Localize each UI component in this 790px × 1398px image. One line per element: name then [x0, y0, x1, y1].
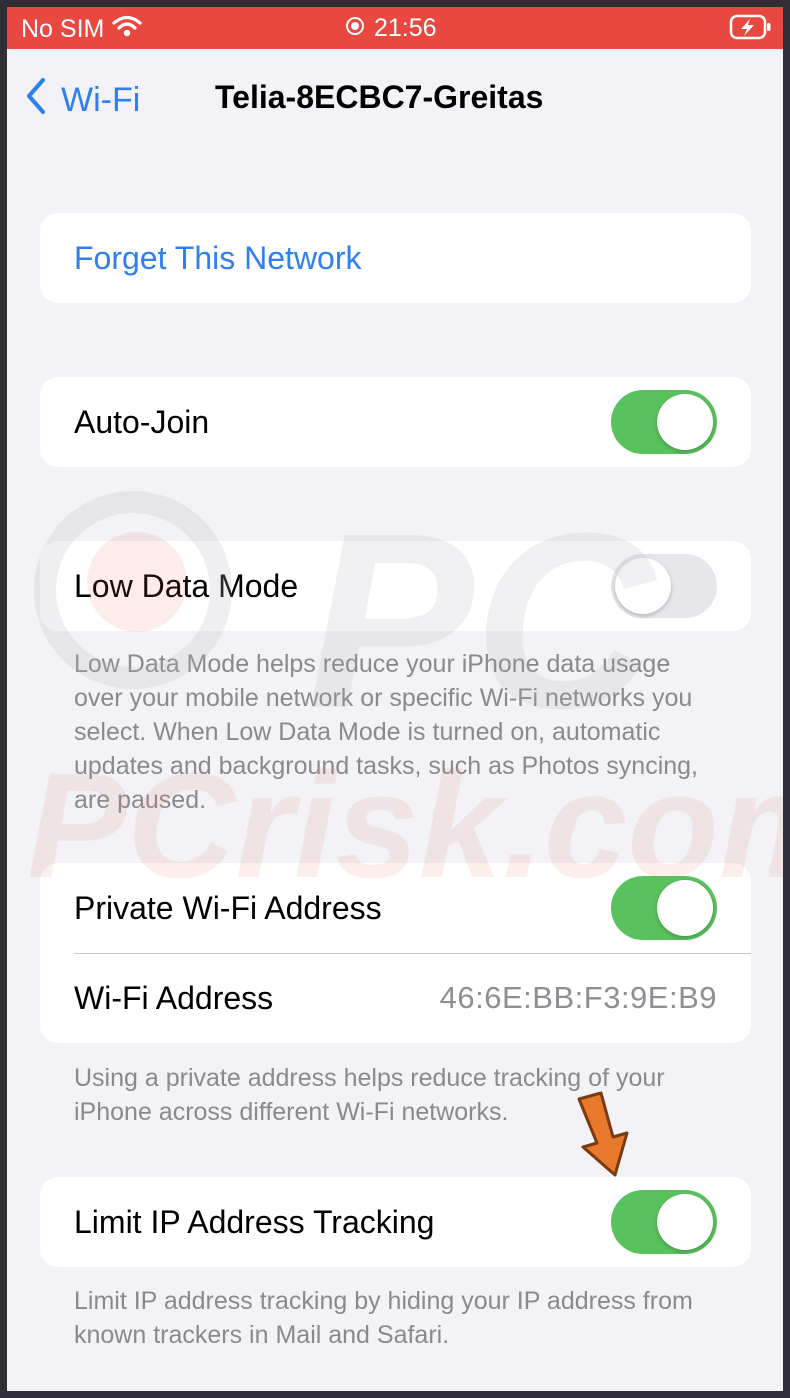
toggle-knob	[657, 1194, 713, 1250]
low-data-mode-group: Low Data Mode	[40, 541, 751, 631]
back-label: Wi-Fi	[61, 81, 141, 119]
private-address-group: Private Wi-Fi Address Wi-Fi Address 46:6…	[40, 863, 751, 1043]
low-data-mode-footnote: Low Data Mode helps reduce your iPhone d…	[74, 650, 698, 814]
chevron-left-icon	[25, 77, 47, 124]
private-address-toggle[interactable]	[611, 876, 717, 940]
auto-join-group: Auto-Join	[40, 377, 751, 467]
carrier-label: No SIM	[21, 15, 105, 43]
private-address-label: Private Wi-Fi Address	[74, 889, 382, 926]
location-icon	[345, 14, 365, 43]
limit-ip-footnote: Limit IP address tracking by hiding your…	[74, 1287, 693, 1349]
wifi-address-label: Wi-Fi Address	[74, 979, 274, 1016]
toggle-knob	[657, 394, 713, 450]
back-button[interactable]: Wi-Fi	[25, 77, 140, 124]
status-center: 21:56	[345, 14, 437, 43]
auto-join-label: Auto-Join	[74, 403, 210, 440]
private-address-row: Private Wi-Fi Address	[40, 863, 751, 953]
wifi-address-value: 46:6E:BB:F3:9E:B9	[439, 980, 717, 1015]
low-data-mode-toggle[interactable]	[611, 554, 717, 618]
auto-join-toggle[interactable]	[611, 390, 717, 454]
forget-network-button[interactable]: Forget This Network	[40, 213, 751, 303]
limit-ip-toggle[interactable]	[611, 1190, 717, 1254]
limit-ip-label: Limit IP Address Tracking	[74, 1203, 435, 1240]
settings-screen: No SIM 21:56 Wi-Fi Telia-8ECBC7-Greitas …	[7, 7, 783, 1391]
wifi-icon	[112, 14, 142, 45]
toggle-knob	[615, 558, 671, 614]
toggle-knob	[657, 880, 713, 936]
status-time: 21:56	[374, 14, 437, 42]
status-left: No SIM	[21, 14, 142, 45]
limit-ip-row: Limit IP Address Tracking	[40, 1177, 751, 1267]
limit-ip-group: Limit IP Address Tracking	[40, 1177, 751, 1267]
battery-charging-icon	[729, 13, 773, 48]
low-data-mode-label: Low Data Mode	[74, 567, 299, 604]
forget-network-group: Forget This Network	[40, 213, 751, 303]
navigation-bar: Wi-Fi Telia-8ECBC7-Greitas	[7, 49, 783, 149]
page-title: Telia-8ECBC7-Greitas	[215, 79, 544, 115]
auto-join-row: Auto-Join	[40, 377, 751, 467]
pointer-arrow-icon	[569, 1091, 639, 1186]
wifi-address-row: Wi-Fi Address 46:6E:BB:F3:9E:B9	[40, 953, 751, 1043]
status-bar: No SIM 21:56	[7, 7, 783, 49]
forget-network-label: Forget This Network	[74, 239, 362, 276]
low-data-mode-row: Low Data Mode	[40, 541, 751, 631]
